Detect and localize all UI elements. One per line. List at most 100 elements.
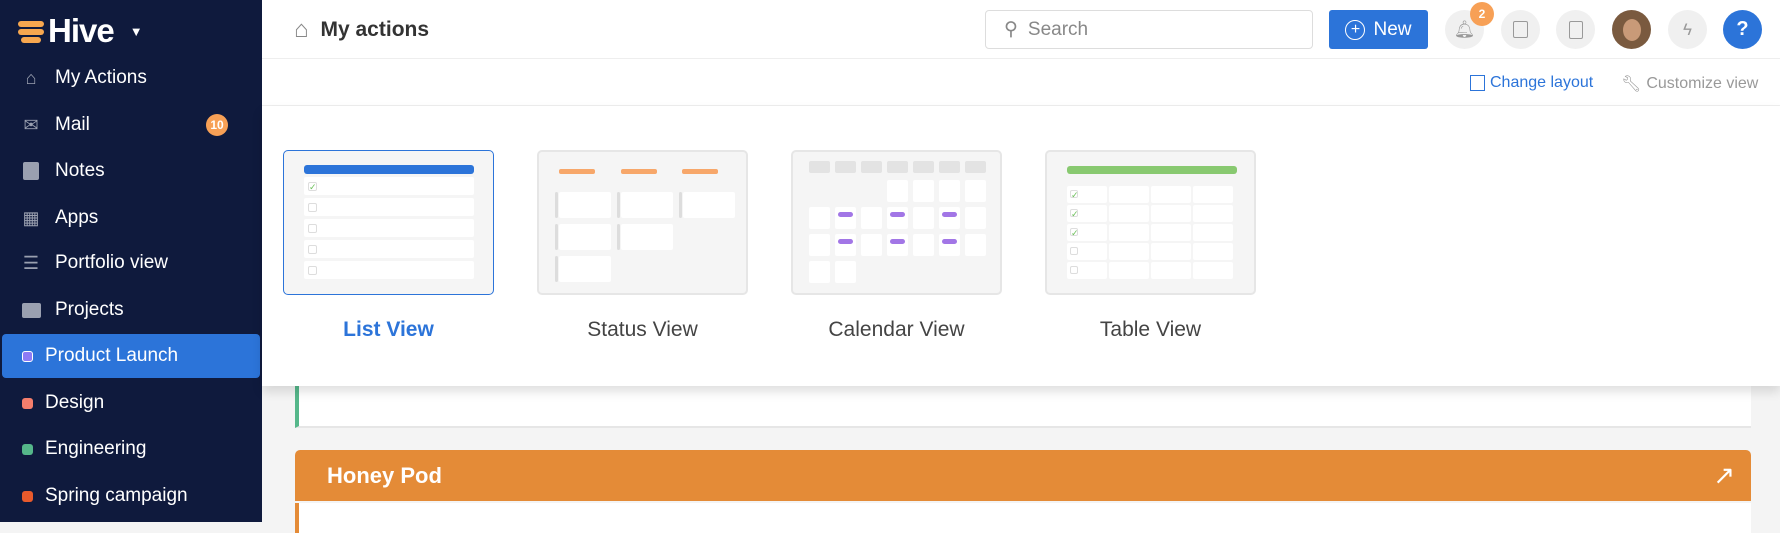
group-header-honey-pod[interactable]: Honey Pod ↗ xyxy=(295,450,1751,501)
checkbox-icon xyxy=(1070,247,1078,255)
sidebar-item-apps[interactable]: ▦ Apps xyxy=(2,196,260,240)
automations-button[interactable]: ϟ xyxy=(1668,10,1707,49)
files-button[interactable] xyxy=(1556,10,1595,49)
hive-logo[interactable]: Hive ▼ xyxy=(18,12,143,50)
layout-label-table[interactable]: Table View xyxy=(1045,318,1256,342)
table-cell: ✓ xyxy=(1067,224,1107,241)
status-card xyxy=(621,224,673,250)
sidebar-item-notes[interactable]: Notes xyxy=(2,149,260,193)
weekday-header xyxy=(887,161,908,173)
day-cell xyxy=(809,207,830,229)
project-product-launch[interactable]: Product Launch xyxy=(2,334,260,378)
sidebar-item-portfolio[interactable]: ☰ Portfolio view xyxy=(2,241,260,285)
project-spring-campaign[interactable]: Spring campaign xyxy=(2,474,260,518)
sidebar-item-projects[interactable]: Projects xyxy=(2,288,260,332)
table-cell xyxy=(1193,262,1233,279)
day-cell xyxy=(913,234,934,256)
project-color-dot xyxy=(22,397,33,409)
event-pill xyxy=(890,212,905,217)
expand-arrow-icon[interactable]: ↗ xyxy=(1713,460,1735,491)
list-row xyxy=(304,219,474,237)
arrow-icon xyxy=(559,169,595,174)
event-pill xyxy=(890,239,905,244)
bell-icon: 🔔︎ xyxy=(1453,19,1476,39)
search-placeholder: Search xyxy=(1027,18,1089,40)
help-button[interactable]: ? xyxy=(1723,10,1762,49)
label: New xyxy=(1373,18,1412,40)
folder-icon xyxy=(20,300,42,320)
checkbox-icon: ✓ xyxy=(308,182,317,192)
layout-label-status[interactable]: Status View xyxy=(537,318,748,342)
day-cell xyxy=(913,207,934,229)
project-design[interactable]: Design xyxy=(2,381,260,425)
list-row xyxy=(304,261,474,279)
column-divider xyxy=(555,192,558,218)
table-cell xyxy=(1067,262,1107,279)
day-cell xyxy=(965,207,986,229)
user-avatar-icon xyxy=(1622,18,1641,41)
status-card xyxy=(683,192,735,218)
table-cell xyxy=(1193,243,1233,260)
notification-badge: 2 xyxy=(1470,2,1494,26)
change-layout-button[interactable]: Change layout xyxy=(1470,74,1593,92)
note-icon xyxy=(20,161,42,181)
table-cell xyxy=(1109,224,1149,241)
day-cell xyxy=(809,261,830,283)
search-input[interactable]: ⚲ Search xyxy=(985,10,1313,49)
layout-label-list[interactable]: List View xyxy=(283,318,494,342)
calendar-button[interactable] xyxy=(1501,10,1540,49)
header-bar xyxy=(1067,166,1237,174)
notifications-button[interactable]: 🔔︎ 2 xyxy=(1445,2,1494,49)
search-icon: ⚲ xyxy=(1004,19,1018,40)
hive-logo-icon xyxy=(18,18,44,44)
checkbox-icon xyxy=(308,266,317,275)
sidebar-item-mail[interactable]: ✉ Mail 10 xyxy=(2,103,260,147)
project-color-dot xyxy=(22,490,33,502)
checkbox-icon xyxy=(1070,266,1078,274)
label: Change layout xyxy=(1490,74,1594,91)
table-cell xyxy=(1151,262,1191,279)
column-divider xyxy=(617,224,620,250)
project-engineering[interactable]: Engineering xyxy=(2,427,260,471)
home-icon[interactable]: ⌂ xyxy=(294,16,309,44)
header-bar xyxy=(304,165,474,174)
table-cell xyxy=(1193,186,1233,203)
day-cell xyxy=(887,234,908,256)
column-divider xyxy=(555,256,558,282)
lightning-icon: ϟ xyxy=(1683,19,1692,39)
layout-label-calendar[interactable]: Calendar View xyxy=(791,318,1002,342)
status-card xyxy=(559,224,611,250)
day-cell xyxy=(913,180,934,202)
event-pill xyxy=(838,212,853,217)
layout-card-calendar[interactable] xyxy=(791,150,1002,295)
checkbox-icon xyxy=(308,203,317,212)
layout-card-status[interactable] xyxy=(537,150,748,295)
label: Mail xyxy=(55,114,90,135)
sidebar-item-my-actions[interactable]: ⌂ My Actions xyxy=(2,56,260,100)
day-cell xyxy=(965,234,986,256)
chevron-down-icon[interactable]: ▼ xyxy=(130,24,143,39)
day-cell xyxy=(861,207,882,229)
table-cell: ✓ xyxy=(1067,186,1107,203)
day-cell xyxy=(939,234,960,256)
label: Customize view xyxy=(1646,75,1759,92)
label: Apps xyxy=(55,207,99,228)
new-button[interactable]: + New xyxy=(1329,10,1428,49)
checkbox-icon: ✓ xyxy=(1070,228,1079,238)
layout-picker: ✓ List View Status View Calendar View ✓ ✓… xyxy=(262,106,1780,386)
list-row xyxy=(304,240,474,258)
day-cell xyxy=(835,234,856,256)
day-cell xyxy=(887,207,908,229)
avatar[interactable] xyxy=(1612,10,1651,49)
page-title: My actions xyxy=(320,18,430,41)
help-icon: ? xyxy=(1736,18,1749,40)
grid-icon: ▦ xyxy=(22,207,40,228)
layout-card-list[interactable]: ✓ xyxy=(283,150,494,295)
table-cell: ✓ xyxy=(1067,205,1107,222)
column-divider xyxy=(555,224,558,250)
customize-view-button[interactable]: 🔧︎ Customize view xyxy=(1621,74,1758,94)
layout-card-table[interactable]: ✓ ✓ ✓ xyxy=(1045,150,1256,295)
table-cell xyxy=(1067,243,1107,260)
table-cell xyxy=(1151,224,1191,241)
arrow-icon xyxy=(621,169,657,174)
